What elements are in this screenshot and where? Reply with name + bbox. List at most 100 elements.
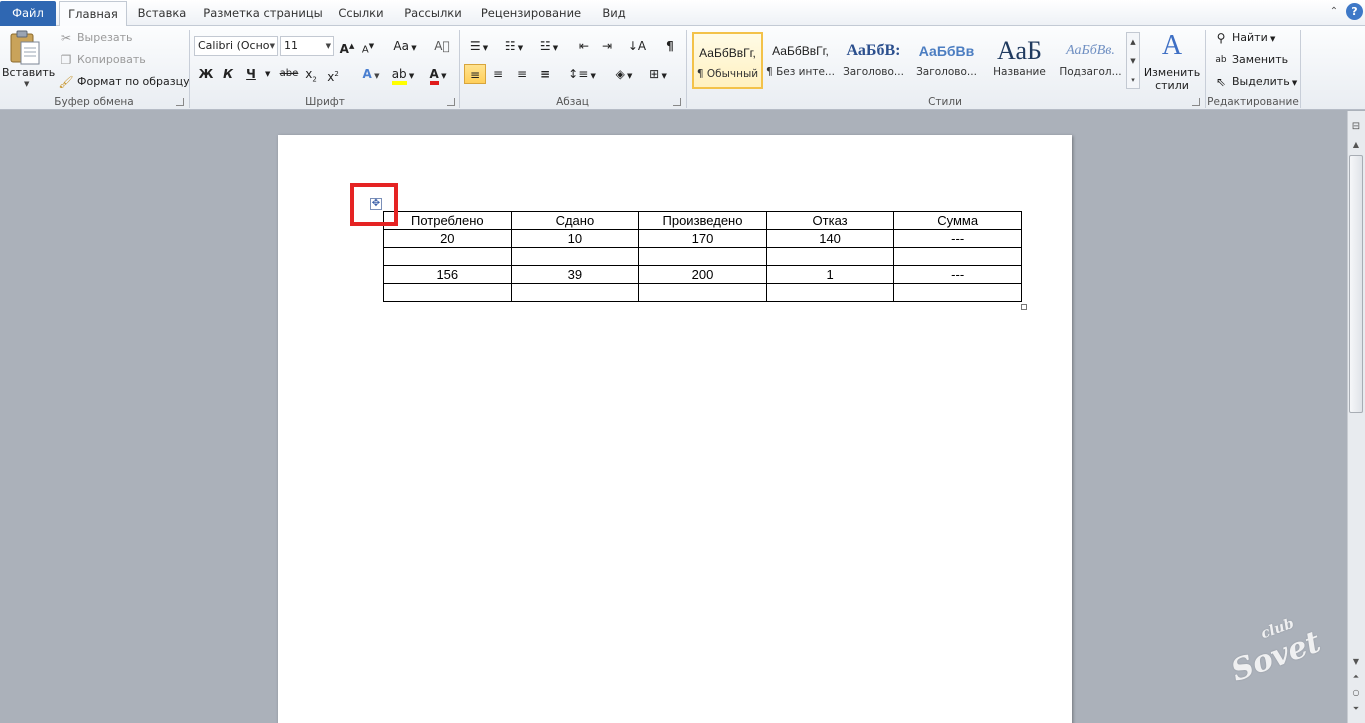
style-normal[interactable]: АаБбВвГг, ¶ Обычный — [692, 32, 763, 89]
change-case-button[interactable]: Аа ▼ — [391, 36, 419, 56]
subscript-button[interactable]: x2 — [302, 64, 320, 84]
highlight-color-button[interactable]: ab ▼ — [388, 64, 418, 85]
data-table[interactable]: Потреблено Сдано Произведено Отказ Сумма… — [383, 211, 1022, 302]
table-row — [383, 283, 1022, 302]
align-center-button[interactable]: ≡ — [488, 64, 508, 84]
table-header-cell[interactable]: Сдано — [510, 211, 640, 230]
table-cell[interactable]: 140 — [765, 229, 895, 248]
font-size-combo[interactable]: 11 ▼ — [280, 36, 334, 56]
shrink-font-button[interactable]: A▼ — [359, 36, 377, 56]
style-subtitle[interactable]: АаБбВв. Подзагол... — [1055, 32, 1126, 89]
tab-insert[interactable]: Вставка — [130, 1, 194, 26]
bold-button[interactable]: Ж — [197, 64, 215, 84]
table-cell[interactable]: 170 — [638, 229, 767, 248]
table-cell[interactable] — [510, 247, 640, 266]
superscript-button[interactable]: x2 — [324, 64, 342, 84]
paragraph-dialog-launcher-icon[interactable] — [673, 98, 681, 106]
text-effects-button[interactable]: A ▼ — [358, 64, 384, 84]
multilevel-list-button[interactable]: ☳ ▼ — [534, 36, 564, 56]
clipboard-dialog-launcher-icon[interactable] — [176, 98, 184, 106]
font-dialog-launcher-icon[interactable] — [447, 98, 455, 106]
styles-gallery-scroll[interactable]: ▲ ▼ ▾ — [1126, 32, 1140, 89]
table-cell[interactable]: 156 — [383, 265, 512, 284]
table-cell[interactable] — [765, 247, 895, 266]
show-formatting-button[interactable]: ¶ — [660, 36, 680, 56]
font-color-button[interactable]: A ▼ — [424, 64, 452, 85]
copy-button[interactable]: ❐ Копировать — [58, 50, 146, 70]
scrollbar-thumb[interactable] — [1349, 155, 1363, 413]
change-styles-button[interactable]: Изменить стили — [1140, 66, 1204, 92]
table-cell[interactable] — [638, 283, 767, 302]
paste-dropdown-icon[interactable]: ▼ — [24, 80, 29, 88]
cut-button[interactable]: ✂ Вырезать — [58, 28, 133, 48]
table-cell[interactable]: --- — [893, 229, 1022, 248]
table-cell[interactable]: 39 — [510, 265, 640, 284]
scroll-down-icon[interactable]: ▼ — [1348, 655, 1364, 669]
help-icon[interactable]: ? — [1346, 3, 1363, 20]
numbering-button[interactable]: ☷ ▼ — [499, 36, 529, 56]
style-title[interactable]: АаБ Название — [984, 32, 1055, 89]
styles-dialog-launcher-icon[interactable] — [1192, 98, 1200, 106]
tab-references[interactable]: Ссылки — [330, 1, 392, 26]
underline-button[interactable]: Ч — [242, 64, 260, 84]
table-cell[interactable]: 1 — [765, 265, 895, 284]
previous-page-icon[interactable]: ⏶ — [1348, 670, 1364, 684]
table-header-cell[interactable]: Потреблено — [383, 211, 512, 230]
bullets-button[interactable]: ☰ ▼ — [465, 36, 493, 56]
table-header-cell[interactable]: Отказ — [765, 211, 895, 230]
clear-formatting-icon[interactable]: A⃠ — [432, 36, 452, 56]
format-painter-button[interactable]: 🖌 Формат по образцу — [58, 72, 189, 92]
style-heading-2[interactable]: АаБбВв Заголово... — [911, 32, 982, 89]
italic-button[interactable]: К — [219, 64, 237, 84]
table-cell[interactable]: 20 — [383, 229, 512, 248]
next-page-icon[interactable]: ⏷ — [1348, 702, 1364, 716]
grow-font-button[interactable]: A▲ — [338, 36, 356, 56]
style-heading-1[interactable]: АаБбВ: Заголово... — [838, 32, 909, 89]
table-cell[interactable] — [383, 247, 512, 266]
table-cell[interactable] — [638, 247, 767, 266]
select-button[interactable]: ⇖ Выделить ▼ — [1213, 72, 1297, 92]
find-button[interactable]: ⚲ Найти ▼ — [1213, 28, 1276, 48]
table-header-cell[interactable]: Произведено — [638, 211, 767, 230]
strikethrough-button[interactable]: abe — [278, 64, 300, 84]
underline-dropdown-icon[interactable]: ▼ — [265, 70, 270, 78]
browse-object-icon[interactable]: ○ — [1348, 686, 1364, 700]
justify-button[interactable]: ≡ — [535, 64, 555, 84]
paste-icon[interactable] — [8, 30, 48, 66]
sort-button[interactable]: ↓A — [627, 36, 647, 56]
line-spacing-button[interactable]: ↕≡ ▼ — [568, 64, 596, 84]
tab-page-layout[interactable]: Разметка страницы — [198, 1, 328, 26]
table-header-cell[interactable]: Сумма — [893, 211, 1022, 230]
decrease-indent-button[interactable]: ⇤ — [574, 36, 594, 56]
table-cell[interactable]: 200 — [638, 265, 767, 284]
table-resize-handle[interactable] — [1021, 304, 1027, 310]
tab-view[interactable]: Вид — [592, 1, 636, 26]
table-cell[interactable] — [510, 283, 640, 302]
table-cell[interactable] — [383, 283, 512, 302]
table-cell[interactable]: --- — [893, 265, 1022, 284]
minimize-ribbon-icon[interactable]: ⌃ — [1326, 4, 1342, 20]
ruler-toggle-icon[interactable]: ⊟ — [1348, 120, 1364, 134]
increase-indent-button[interactable]: ⇥ — [597, 36, 617, 56]
tab-file[interactable]: Файл — [0, 1, 56, 26]
replace-button[interactable]: ab Заменить — [1213, 50, 1288, 70]
style-subtitle-label: Подзагол... — [1059, 66, 1122, 78]
paste-button[interactable]: Вставить — [2, 66, 55, 79]
font-name-combo[interactable]: Calibri (Осно ▼ — [194, 36, 278, 56]
tab-home[interactable]: Главная — [59, 1, 127, 27]
align-left-button[interactable]: ≡ — [464, 64, 486, 84]
find-label: Найти — [1232, 31, 1268, 44]
table-cell[interactable] — [893, 247, 1022, 266]
table-cell[interactable] — [893, 283, 1022, 302]
shading-button[interactable]: ◈ ▼ — [609, 64, 639, 84]
table-cell[interactable] — [765, 283, 895, 302]
align-right-button[interactable]: ≡ — [512, 64, 532, 84]
tab-review[interactable]: Рецензирование — [474, 1, 588, 26]
scroll-up-icon[interactable]: ▲ — [1348, 138, 1364, 152]
borders-button[interactable]: ⊞ ▼ — [643, 64, 673, 84]
change-styles-icon[interactable]: A — [1148, 30, 1196, 62]
brush-icon: 🖌 — [58, 75, 74, 89]
tab-mailings[interactable]: Рассылки — [396, 1, 470, 26]
style-no-spacing[interactable]: АаБбВвГг, ¶ Без инте... — [765, 32, 836, 89]
table-cell[interactable]: 10 — [510, 229, 640, 248]
